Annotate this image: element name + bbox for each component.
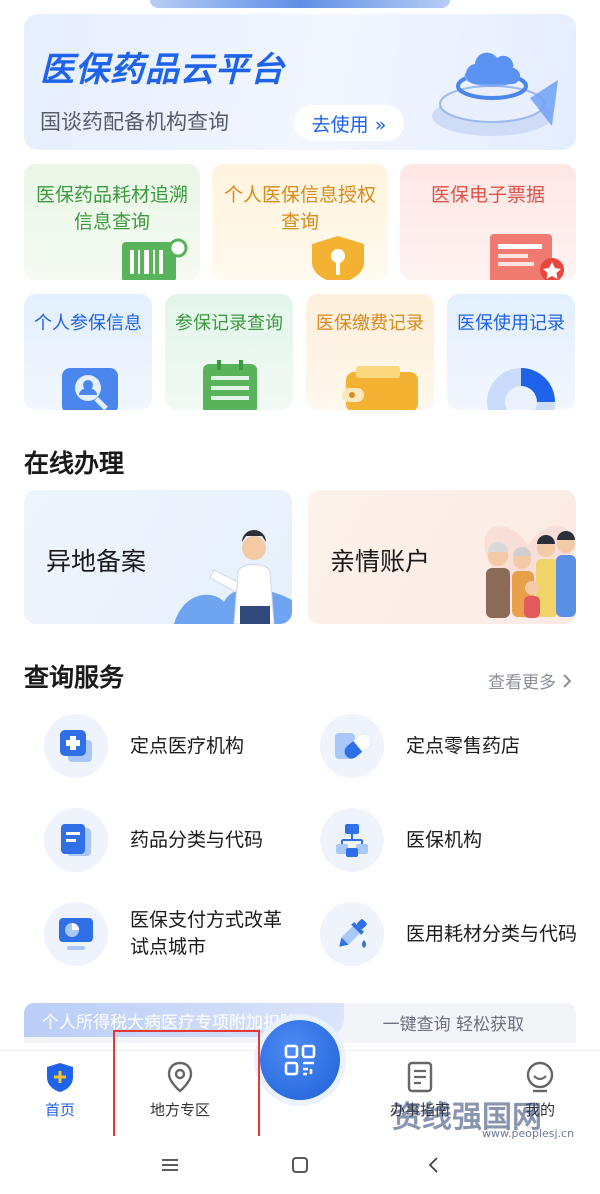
medical-cross-icon: [44, 714, 108, 778]
banner-drug-cloud-platform[interactable]: 医保药品云平台 国谈药配备机构查询 去使用 »: [24, 14, 576, 150]
qr-code-icon: [284, 1044, 316, 1076]
card-family-account[interactable]: 亲情账户: [308, 490, 576, 624]
person-search-icon: [62, 368, 118, 410]
system-navigation-bar: [0, 1136, 600, 1194]
service-label: 医保机构: [406, 828, 483, 851]
online-section-title: 在线办理: [24, 449, 125, 478]
square-home-icon: [292, 1157, 308, 1173]
back-nav-button[interactable]: [418, 1150, 448, 1180]
card-remote-filing[interactable]: 异地备案: [24, 490, 292, 624]
receipt-icon: [490, 234, 564, 280]
person-illustration-icon: [174, 530, 292, 624]
service-item-insurance-institution[interactable]: 医保机构: [320, 808, 482, 872]
service-item-drug-classification[interactable]: 药品分类与代码: [44, 808, 263, 872]
document-icon: [44, 808, 108, 872]
pie-chart-icon: [487, 368, 555, 410]
card-traceability-query[interactable]: 医保药品耗材追溯信息查询: [24, 164, 200, 280]
service-label: 医保支付方式改革试点城市: [130, 909, 283, 958]
guide-document-icon: [407, 1061, 433, 1093]
card-label: 医保药品耗材追溯信息查询: [36, 184, 189, 233]
home-nav-button[interactable]: [285, 1150, 315, 1180]
card-label: 个人医保信息授权查询: [224, 184, 377, 233]
service-label: 医用耗材分类与代码: [406, 922, 578, 945]
query-section-title: 查询服务: [24, 663, 125, 692]
card-insurance-record-query[interactable]: 参保记录查询: [165, 294, 293, 410]
card-payment-record[interactable]: 医保缴费记录: [306, 294, 434, 410]
card-e-receipt[interactable]: 医保电子票据: [400, 164, 576, 280]
menu-nav-button[interactable]: [155, 1150, 185, 1180]
top-decoration: [150, 0, 450, 8]
view-more-label: 查看更多: [488, 673, 556, 693]
card-label: 亲情账户: [330, 547, 431, 576]
view-more-link[interactable]: 查看更多: [488, 668, 572, 693]
service-label: 定点医疗机构: [130, 734, 245, 757]
service-label: 药品分类与代码: [130, 828, 264, 851]
wallet-icon: [342, 366, 418, 410]
back-arrow-icon: [428, 1157, 438, 1173]
service-item-payment-reform-cities[interactable]: 医保支付方式改革试点城市: [44, 902, 300, 966]
card-label: 异地备案: [46, 547, 147, 576]
promo-text: 一键查询 轻松获取: [382, 1015, 524, 1035]
qr-scan-button[interactable]: [260, 1020, 340, 1100]
tab-label: 首页: [44, 1101, 75, 1119]
home-shield-icon: [47, 1063, 73, 1092]
service-item-designated-pharmacy[interactable]: 定点零售药店: [320, 714, 520, 778]
banner-title: 医保药品云平台: [40, 50, 285, 90]
banner-go-button[interactable]: 去使用 »: [294, 105, 404, 141]
card-label: 参保记录查询: [175, 313, 283, 334]
record-list-icon: [203, 360, 257, 410]
barcode-scan-icon: [122, 238, 188, 280]
organization-icon: [320, 808, 384, 872]
pill-icon: [320, 714, 384, 778]
shield-key-icon: [312, 236, 364, 280]
tab-home[interactable]: 首页: [20, 1061, 100, 1120]
card-personal-insurance-info[interactable]: 个人参保信息: [24, 294, 152, 410]
annotation-highlight-box: [113, 1030, 260, 1138]
service-label: 定点零售药店: [406, 734, 521, 757]
watermark-url: www.peoplesj.cn: [482, 1127, 575, 1140]
menu-icon: [162, 1159, 178, 1171]
profile-smile-icon: [526, 1061, 554, 1093]
card-label: 医保缴费记录: [316, 313, 424, 334]
card-usage-record[interactable]: 医保使用记录: [447, 294, 575, 410]
card-label: 医保使用记录: [457, 313, 565, 334]
chevron-right-icon: [563, 673, 572, 688]
monitor-chart-icon: [44, 902, 108, 966]
family-illustration-icon: [484, 526, 576, 618]
card-authorization-query[interactable]: 个人医保信息授权查询: [212, 164, 388, 280]
dropper-icon: [320, 902, 384, 966]
cloud-platform-icon: [432, 52, 558, 136]
banner-subtitle: 国谈药配备机构查询: [40, 110, 229, 134]
service-item-consumables-classification[interactable]: 医用耗材分类与代码: [320, 902, 582, 966]
card-label: 个人参保信息: [34, 313, 142, 334]
card-label: 医保电子票据: [430, 184, 545, 206]
service-item-designated-hospital[interactable]: 定点医疗机构: [44, 714, 244, 778]
